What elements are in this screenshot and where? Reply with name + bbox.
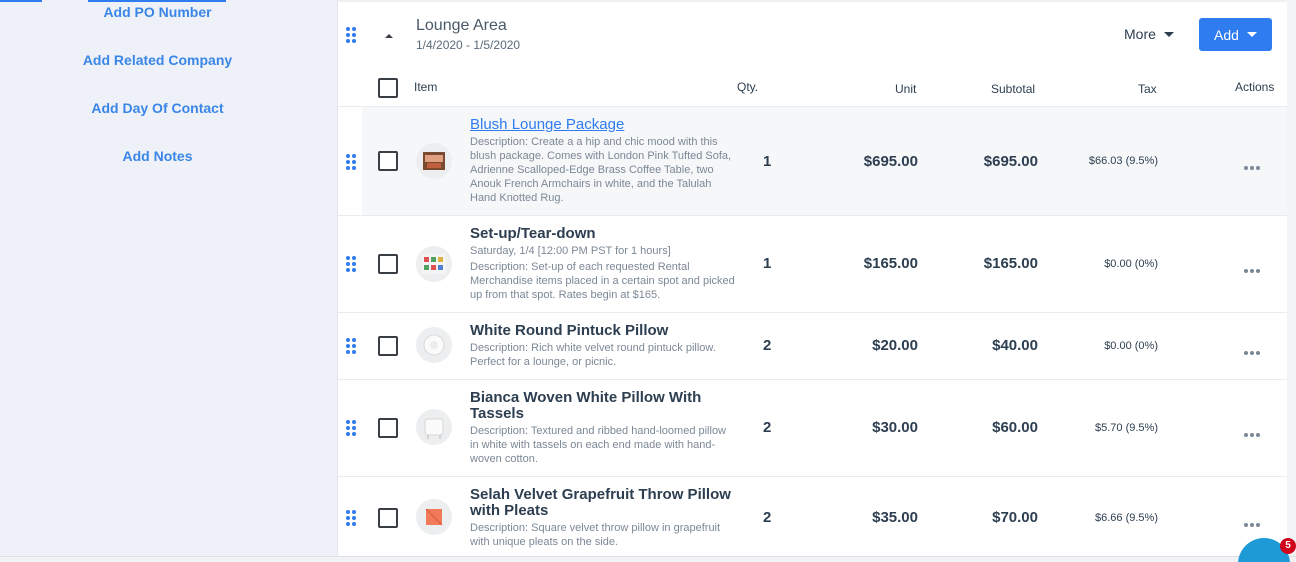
add-day-of-contact-link[interactable]: Add Day Of Contact — [0, 100, 315, 116]
item-tax: $66.03 (9.5%) — [1088, 155, 1158, 167]
item-description: Description: Set-up of each requested Re… — [470, 261, 735, 301]
item-subtotal: $70.00 — [992, 509, 1038, 526]
item-tax: $5.70 (9.5%) — [1095, 422, 1158, 434]
collapse-arrow-icon[interactable] — [382, 28, 396, 38]
more-label: More — [1124, 26, 1156, 42]
item-qty: 1 — [763, 153, 772, 170]
more-actions-icon[interactable] — [1243, 425, 1261, 437]
add-notes-link[interactable]: Add Notes — [0, 148, 315, 164]
column-actions: Actions — [1235, 80, 1275, 94]
more-actions-icon[interactable] — [1243, 515, 1261, 527]
item-qty: 2 — [763, 509, 772, 526]
chat-notification-badge: 5 — [1280, 538, 1296, 554]
drag-handle-icon[interactable] — [345, 509, 357, 527]
item-qty: 2 — [763, 337, 772, 354]
item-qty: 1 — [763, 255, 772, 272]
product-thumbnail — [416, 246, 452, 282]
row-checkbox[interactable] — [378, 151, 398, 171]
add-label: Add — [1214, 26, 1239, 43]
column-tax: Tax — [1138, 82, 1157, 96]
table-row: Bianca Woven White Pillow With Tassels D… — [338, 380, 1288, 477]
item-unit-price: $695.00 — [863, 153, 918, 170]
table-row: Set-up/Tear-down Saturday, 1/4 [12:00 PM… — [338, 216, 1288, 313]
drag-handle-icon[interactable] — [345, 26, 357, 44]
section-header: Lounge Area 1/4/2020 - 1/5/2020 More Add — [338, 0, 1288, 70]
item-tax: $0.00 (0%) — [1104, 258, 1158, 270]
item-name: Selah Velvet Grapefruit Throw Pillow wit… — [470, 486, 731, 519]
row-checkbox[interactable] — [378, 508, 398, 528]
item-subtotal: $60.00 — [992, 419, 1038, 436]
column-unit: Unit — [895, 82, 917, 96]
line-items-panel: Lounge Area 1/4/2020 - 1/5/2020 More Add… — [337, 0, 1288, 562]
item-description: Description: Rich white velvet round pin… — [470, 342, 716, 368]
active-tab-indicator — [0, 0, 42, 2]
more-actions-icon[interactable] — [1243, 158, 1261, 170]
item-tax: $0.00 (0%) — [1104, 340, 1158, 352]
product-thumbnail — [416, 409, 452, 445]
scrollbar-track[interactable] — [1287, 0, 1296, 556]
item-unit-price: $30.00 — [872, 419, 918, 436]
product-thumbnail — [416, 499, 452, 535]
item-description: Description: Create a a hip and chic moo… — [470, 136, 732, 204]
item-subtotal: $695.00 — [983, 153, 1038, 170]
bottom-bar — [0, 556, 1296, 562]
item-name-link[interactable]: Blush Lounge Package — [470, 117, 750, 133]
item-unit-price: $20.00 — [872, 337, 918, 354]
more-actions-icon[interactable] — [1243, 261, 1261, 273]
column-item: Item — [414, 80, 438, 94]
more-actions-icon[interactable] — [1243, 343, 1261, 355]
table-row: White Round Pintuck Pillow Description: … — [338, 313, 1288, 380]
add-po-number-link[interactable]: Add PO Number — [0, 4, 315, 20]
table-header: Item Qty. Unit Subtotal Tax Actions — [338, 70, 1288, 107]
item-name: White Round Pintuck Pillow — [470, 322, 669, 339]
item-unit-price: $165.00 — [863, 255, 918, 272]
section-title: Lounge Area — [416, 17, 507, 34]
active-tab-indicator — [88, 0, 226, 2]
add-related-company-link[interactable]: Add Related Company — [0, 52, 315, 68]
item-description: Description: Square velvet throw pillow … — [470, 522, 721, 548]
drag-handle-icon[interactable] — [345, 153, 357, 171]
drag-handle-icon[interactable] — [345, 255, 357, 273]
column-qty: Qty. — [737, 80, 759, 94]
select-all-checkbox[interactable] — [378, 78, 398, 98]
item-unit-price: $35.00 — [872, 509, 918, 526]
row-checkbox[interactable] — [378, 418, 398, 438]
product-thumbnail — [416, 327, 452, 363]
product-thumbnail — [416, 143, 452, 179]
item-description: Description: Textured and ribbed hand-lo… — [470, 425, 727, 465]
row-checkbox[interactable] — [378, 254, 398, 274]
caret-down-icon — [1246, 32, 1257, 37]
item-name: Set-up/Tear-down — [470, 225, 596, 242]
caret-down-icon — [1163, 31, 1174, 37]
drag-handle-icon[interactable] — [345, 419, 357, 437]
item-tax: $6.66 (9.5%) — [1095, 512, 1158, 524]
item-schedule: Saturday, 1/4 [12:00 PM PST for 1 hours] — [470, 245, 671, 257]
column-subtotal: Subtotal — [991, 82, 1036, 96]
add-button[interactable]: Add — [1199, 18, 1272, 51]
section-dates: 1/4/2020 - 1/5/2020 — [416, 38, 521, 52]
drag-handle-icon[interactable] — [345, 337, 357, 355]
table-row: Selah Velvet Grapefruit Throw Pillow wit… — [338, 477, 1288, 557]
table-row: Blush Lounge Package Description: Create… — [338, 107, 1288, 216]
row-checkbox[interactable] — [378, 336, 398, 356]
sidebar: Add PO Number Add Related Company Add Da… — [0, 0, 337, 562]
item-subtotal: $165.00 — [983, 255, 1038, 272]
item-name: Bianca Woven White Pillow With Tassels — [470, 389, 702, 422]
more-dropdown[interactable]: More — [1124, 26, 1174, 42]
item-subtotal: $40.00 — [992, 337, 1038, 354]
item-qty: 2 — [763, 419, 772, 436]
